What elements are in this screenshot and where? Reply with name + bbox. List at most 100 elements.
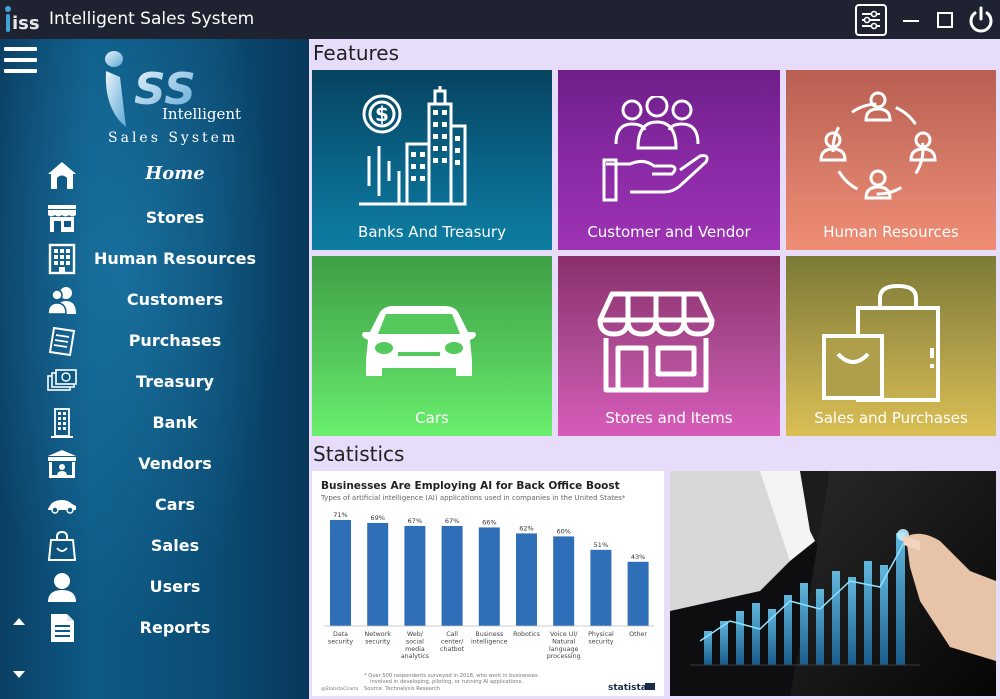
maximize-icon bbox=[937, 12, 953, 28]
building-icon bbox=[48, 243, 76, 275]
sidebar-item-home[interactable]: Home bbox=[40, 156, 270, 194]
chart-brand: statista bbox=[608, 683, 647, 693]
power-button[interactable] bbox=[966, 4, 996, 36]
storefront-icon bbox=[597, 291, 715, 393]
tile-sales-and-purchases[interactable]: Sales and Purchases bbox=[786, 256, 996, 436]
car-front-icon bbox=[362, 306, 476, 376]
growth-chart-hand-image bbox=[670, 471, 996, 696]
sidebar-item-label: Home bbox=[145, 163, 205, 184]
chart-title: Businesses Are Employing AI for Back Off… bbox=[321, 480, 620, 492]
minimize-icon bbox=[903, 20, 919, 22]
tile-cars[interactable]: Cars bbox=[312, 256, 552, 436]
sidebar-item-human-resources[interactable]: Human Resources bbox=[40, 240, 270, 278]
chart-data-label: 51% bbox=[594, 541, 608, 549]
sidebar-item-customers[interactable]: Customers bbox=[40, 281, 270, 319]
chart-category-label: Other bbox=[629, 631, 647, 638]
chart-bar bbox=[516, 533, 537, 626]
vendor-stall-icon bbox=[48, 450, 76, 478]
brand-name-line1: Intelligent bbox=[162, 105, 242, 123]
chart-category-label: Network security bbox=[365, 631, 392, 645]
sidebar-item-label: Treasury bbox=[136, 372, 214, 391]
chart-data-label: 69% bbox=[370, 514, 384, 522]
chart-footnote: involved in developing, piloting, or run… bbox=[370, 679, 523, 685]
brand-name-line2: Sales System bbox=[108, 130, 239, 146]
sidebar-item-label: Stores bbox=[145, 208, 205, 227]
statista-logo-icon bbox=[645, 683, 655, 690]
tile-customer-and-vendor[interactable]: Customer and Vendor bbox=[558, 70, 780, 250]
home-icon bbox=[48, 162, 76, 189]
settings-button[interactable] bbox=[855, 4, 887, 36]
chart-category-label: Business intelligence bbox=[471, 631, 508, 645]
sidebar-item-label: Reports bbox=[139, 618, 211, 637]
tile-label: Sales and Purchases bbox=[814, 409, 968, 427]
chart-subtitle: Types of artificial intelligence (AI) ap… bbox=[320, 494, 626, 502]
store-icon bbox=[48, 205, 76, 232]
sidebar-item-reports[interactable]: Reports bbox=[40, 609, 270, 647]
chart-category-label: Robotics bbox=[513, 631, 540, 638]
chart-category-label: Physical security bbox=[588, 631, 614, 645]
power-icon bbox=[969, 6, 993, 33]
tile-label: Stores and Items bbox=[605, 409, 733, 427]
shopping-bag-icon bbox=[47, 530, 77, 561]
sidebar-item-label: Vendors bbox=[138, 454, 212, 473]
minimize-button[interactable] bbox=[900, 4, 922, 36]
menu-toggle-button[interactable] bbox=[4, 45, 37, 75]
sidebar-item-label: Customers bbox=[126, 290, 224, 309]
chart-data-label: 66% bbox=[482, 518, 496, 526]
business-growth-photo bbox=[670, 471, 996, 696]
sidebar-item-stores[interactable]: Stores bbox=[40, 199, 270, 237]
sidebar-item-treasury[interactable]: Treasury bbox=[40, 363, 270, 401]
chart-credit: @StatistaCharts bbox=[321, 686, 359, 692]
users-icon bbox=[47, 287, 76, 315]
sidebar-item-label: Sales bbox=[150, 536, 200, 555]
features-title: Features bbox=[313, 41, 399, 65]
tile-banks-and-treasury[interactable]: $ Banks And Treasury bbox=[312, 70, 552, 250]
finance-buildings-icon: $ bbox=[359, 86, 467, 206]
sliders-icon bbox=[862, 10, 880, 30]
tile-stores-and-items[interactable]: Stores and Items bbox=[558, 256, 780, 436]
user-icon bbox=[48, 573, 76, 602]
chart-bar bbox=[590, 549, 612, 626]
sidebar-item-label: Purchases bbox=[128, 331, 222, 350]
chart-category-label: Data security bbox=[328, 631, 353, 645]
chart-category-label: Call center/chatbot bbox=[440, 631, 465, 653]
scroll-down-icon[interactable] bbox=[12, 670, 26, 680]
statistics-title: Statistics bbox=[313, 442, 405, 466]
scroll-up-icon[interactable] bbox=[12, 616, 26, 626]
hamburger-icon-bar bbox=[4, 58, 37, 62]
svg-text:$: $ bbox=[375, 102, 389, 126]
app-logo-icon: iss bbox=[5, 6, 40, 34]
bar-chart: Businesses Are Employing AI for Back Off… bbox=[320, 480, 655, 693]
chart-data-label: 60% bbox=[556, 527, 570, 535]
chart-data-label: 71% bbox=[333, 511, 347, 519]
maximize-button[interactable] bbox=[934, 4, 956, 36]
receipt-icon bbox=[48, 326, 76, 357]
chart-source: Source: Technalysis Research bbox=[364, 686, 440, 692]
sidebar-item-bank[interactable]: Bank bbox=[40, 404, 270, 442]
sidebar-item-label: Users bbox=[149, 577, 201, 596]
tower-icon bbox=[51, 408, 73, 438]
chart-data-label: 43% bbox=[631, 553, 645, 561]
chart-bar bbox=[478, 527, 500, 626]
chart-bar bbox=[627, 561, 649, 626]
sidebar-item-cars[interactable]: Cars bbox=[40, 486, 270, 524]
app-logo-text: iss bbox=[12, 13, 40, 34]
tile-label: Human Resources bbox=[823, 223, 959, 241]
sidebar-item-vendors[interactable]: Vendors bbox=[40, 445, 270, 483]
chart-category-label: Voice UI/Natural language processing bbox=[547, 631, 581, 660]
shopping-bags-icon bbox=[822, 284, 940, 402]
document-icon bbox=[51, 614, 74, 642]
chart-bar bbox=[367, 522, 389, 626]
tile-label: Banks And Treasury bbox=[358, 223, 506, 241]
chart-data-label: 67% bbox=[445, 517, 459, 525]
chart-bar bbox=[441, 525, 463, 626]
sidebar-item-label: Human Resources bbox=[93, 249, 257, 268]
sidebar-item-purchases[interactable]: Purchases bbox=[40, 322, 270, 360]
car-icon bbox=[48, 500, 76, 514]
tile-human-resources[interactable]: Human Resources bbox=[786, 70, 996, 250]
title-bar: iss Intelligent Sales System bbox=[0, 0, 1000, 39]
sidebar-item-sales[interactable]: Sales bbox=[40, 527, 270, 565]
sidebar-item-users[interactable]: Users bbox=[40, 568, 270, 606]
tile-label: Cars bbox=[415, 409, 449, 427]
hamburger-icon bbox=[4, 47, 37, 51]
